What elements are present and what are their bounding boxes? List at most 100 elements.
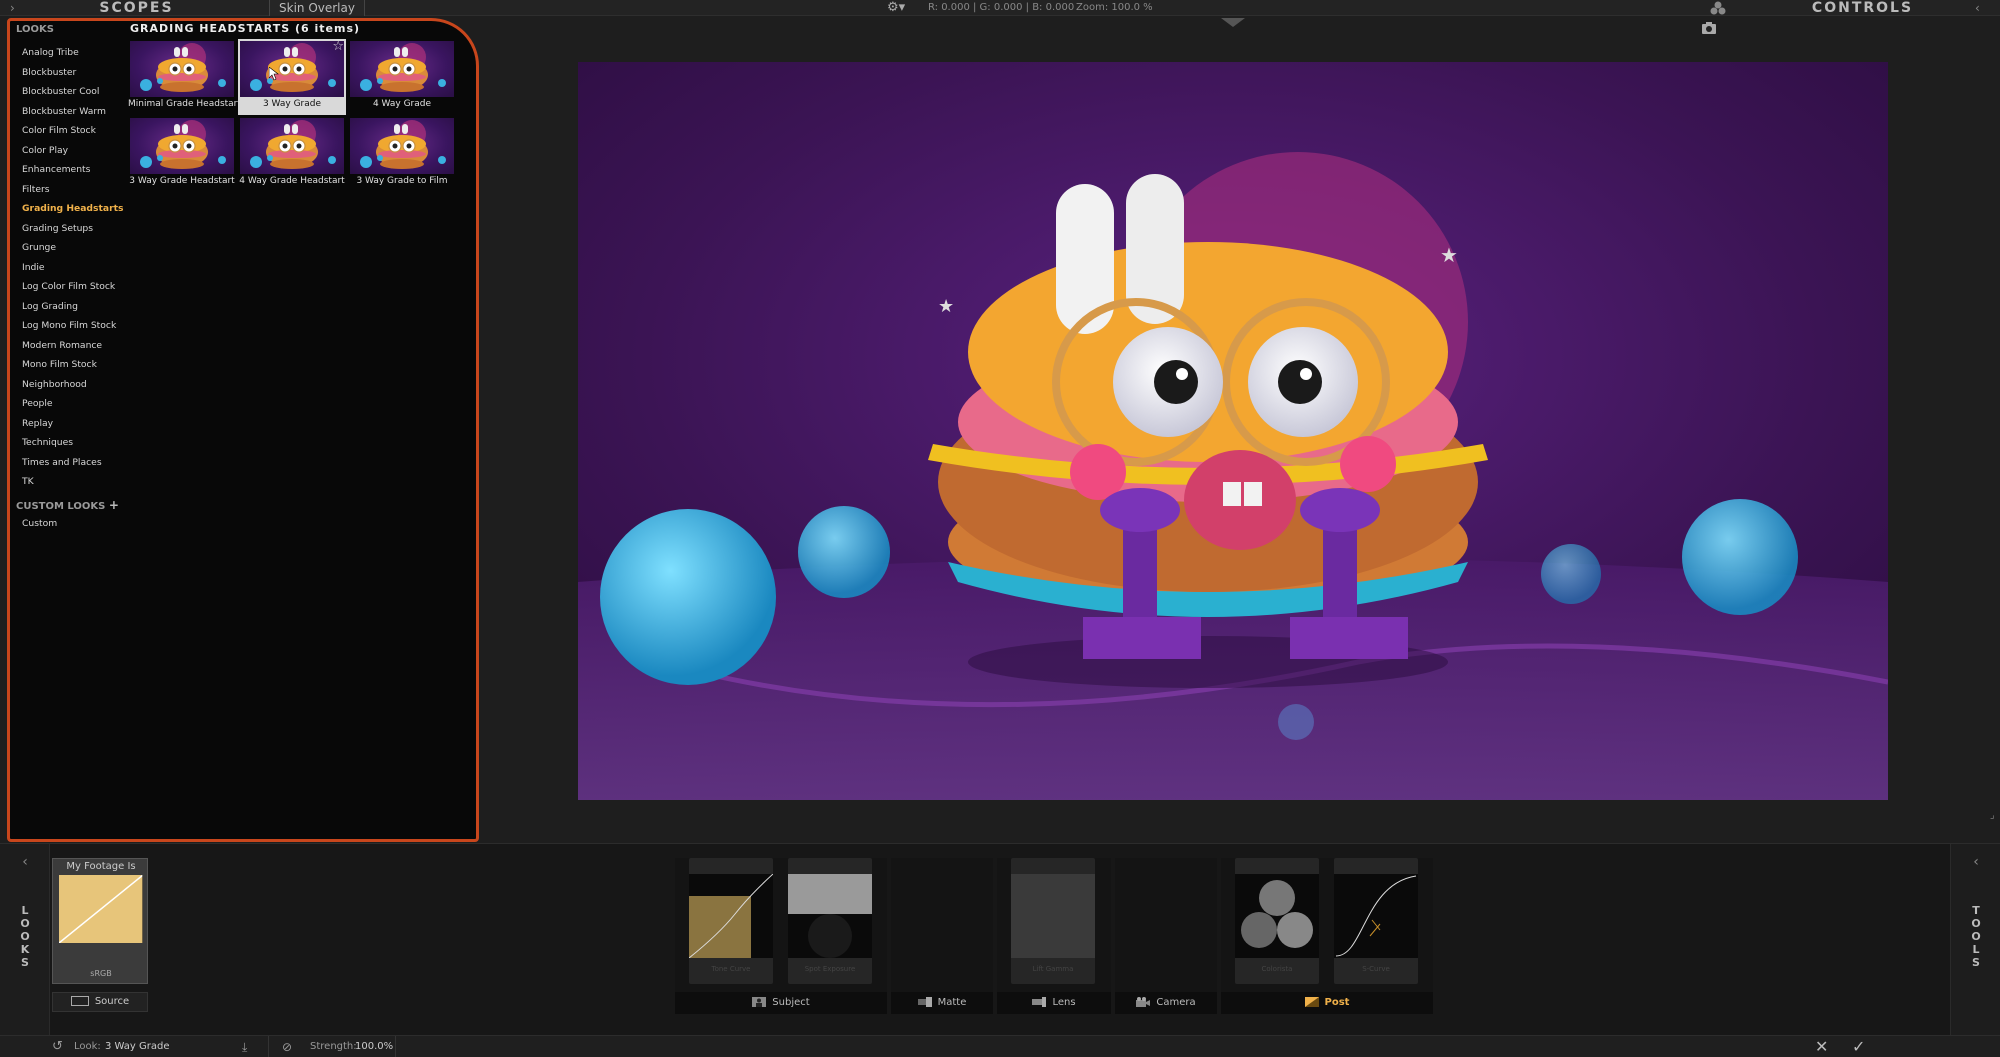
film-icon (70, 996, 89, 1006)
strength-label: Strength: (310, 1041, 357, 1052)
look-thumbnail[interactable]: 4 Way Grade Headstart (238, 116, 346, 192)
category-item[interactable]: Blockbuster (22, 63, 123, 83)
star-icon[interactable]: ☆ (332, 39, 344, 54)
category-item[interactable]: Neighborhood (22, 375, 123, 395)
scopes-title[interactable]: SCOPES (24, 0, 249, 16)
thumbnail-label: 3 Way Grade to Film (356, 176, 448, 186)
card-label: Tone Curve (711, 965, 751, 973)
category-item[interactable]: Analog Tribe (22, 43, 123, 63)
look-label: Look: (74, 1041, 101, 1052)
category-item[interactable]: Grading Setups (22, 219, 123, 239)
save-look-icon[interactable]: ⤓ (242, 1036, 247, 1057)
camera-tool-group: Camera (1115, 858, 1217, 1014)
image-viewer[interactable]: ★ ★ (578, 62, 1888, 800)
category-item-active[interactable]: Grading Headstarts (22, 199, 123, 219)
thumbnail-image (130, 118, 234, 174)
tab-subject-label: Subject (772, 997, 810, 1008)
chevron-left-icon[interactable]: ‹ (1951, 854, 2000, 870)
s-curve-icon (1334, 874, 1418, 958)
spot-exposure-card[interactable]: Spot Exposure (788, 858, 872, 984)
category-item[interactable]: Log Color Film Stock (22, 277, 123, 297)
gear-icon[interactable]: ⚙▾ (887, 0, 905, 16)
custom-look-item[interactable]: Custom (22, 518, 57, 529)
looks-header: LOOKS (16, 24, 54, 35)
person-icon (752, 997, 767, 1007)
category-item[interactable]: Log Mono Film Stock (22, 316, 123, 336)
thumbnail-label: 3 Way Grade (262, 99, 322, 109)
look-thumbnail[interactable]: 4 Way Grade (348, 39, 456, 115)
source-button-label: Source (94, 996, 130, 1007)
category-item[interactable]: Enhancements (22, 160, 123, 180)
zoom-readout: Zoom: 100.0 % (1076, 2, 1153, 13)
matte-icon (917, 997, 932, 1007)
look-thumbnail[interactable]: Minimal Grade Headstart (128, 39, 241, 115)
tab-subject[interactable]: Subject (675, 992, 887, 1014)
disable-icon[interactable]: ⊘ (282, 1036, 292, 1057)
thumbnail-image (240, 41, 344, 97)
source-title: My Footage Is (66, 861, 136, 872)
category-item[interactable]: Color Film Stock (22, 121, 123, 141)
thumbnail-label: Minimal Grade Headstart (128, 99, 241, 109)
source-card[interactable]: My Footage Is sRGB (52, 858, 148, 984)
tab-post[interactable]: Post (1221, 992, 1433, 1014)
source-footer: sRGB (90, 969, 112, 978)
cancel-button[interactable]: ✕ (1815, 1036, 1828, 1057)
color-wheels-icon[interactable] (1708, 0, 1728, 16)
look-thumbnail[interactable]: 3 Way Grade Headstart (128, 116, 236, 192)
tab-camera[interactable]: Camera (1115, 992, 1217, 1014)
tab-camera-label: Camera (1156, 997, 1196, 1008)
chevron-left-icon[interactable]: ‹ (0, 854, 50, 870)
card-label: Lift Gamma (1032, 965, 1074, 973)
tone-curve-card[interactable]: Tone Curve (689, 858, 773, 984)
category-item[interactable]: Filters (22, 180, 123, 200)
tab-lens[interactable]: Lens (997, 992, 1111, 1014)
matte-tool-group: Matte (891, 858, 993, 1014)
card-label: S-Curve (1362, 965, 1390, 973)
look-thumbnail-selected[interactable]: ☆ 3 Way Grade (238, 39, 346, 115)
divider (268, 1036, 269, 1057)
category-item[interactable]: Log Grading (22, 297, 123, 317)
svg-text:★: ★ (938, 296, 954, 317)
category-item[interactable]: Times and Places (22, 453, 123, 473)
category-item[interactable]: Indie (22, 258, 123, 278)
category-item[interactable]: People (22, 394, 123, 414)
chevron-right-icon[interactable]: › (10, 0, 15, 16)
resize-handle[interactable]: ⌟ (1990, 810, 1995, 821)
post-icon (1304, 997, 1319, 1007)
tab-matte[interactable]: Matte (891, 992, 993, 1014)
category-item[interactable]: Blockbuster Warm (22, 102, 123, 122)
apply-button[interactable]: ✓ (1852, 1036, 1865, 1057)
skin-overlay-button[interactable]: Skin Overlay (269, 0, 365, 16)
category-item[interactable]: Mono Film Stock (22, 355, 123, 375)
colorista-card[interactable]: Colorista (1235, 858, 1319, 984)
camera-icon (1136, 997, 1151, 1007)
tab-post-label: Post (1324, 997, 1350, 1008)
tone-curve-icon (689, 874, 773, 958)
tools-side-tab[interactable]: ‹ T O O L S (1950, 844, 2000, 1036)
source-button[interactable]: Source (52, 992, 148, 1012)
category-item[interactable]: Techniques (22, 433, 123, 453)
controls-title[interactable]: CONTROLS (1760, 0, 1965, 16)
category-item[interactable]: Grunge (22, 238, 123, 258)
looks-vertical-label: L O O K S (20, 904, 30, 969)
category-item[interactable]: Color Play (22, 141, 123, 161)
camera-icon[interactable] (1702, 22, 1716, 34)
category-item[interactable]: Modern Romance (22, 336, 123, 356)
look-thumbnail[interactable]: 3 Way Grade to Film (348, 116, 456, 192)
looks-side-tab[interactable]: ‹ L O O K S (0, 844, 50, 1036)
dropdown-arrow-icon[interactable] (1221, 18, 1245, 27)
category-item[interactable]: TK (22, 472, 123, 492)
reset-icon[interactable]: ↺ (52, 1036, 63, 1057)
lens-tool-group: Lift Gamma Lens (997, 858, 1111, 1014)
chevron-left-icon[interactable]: ‹ (1975, 0, 1980, 16)
strength-value[interactable]: 100.0% (355, 1036, 393, 1057)
lift-gamma-card[interactable]: Lift Gamma (1011, 858, 1095, 984)
gradient-icon (1011, 874, 1095, 958)
custom-looks-header: CUSTOM LOOKS + (16, 498, 119, 512)
preview-image: ★ ★ (578, 62, 1888, 800)
add-custom-look-button[interactable]: + (109, 498, 119, 512)
category-item[interactable]: Replay (22, 414, 123, 434)
s-curve-card[interactable]: S-Curve (1334, 858, 1418, 984)
status-bar: ↺ Look: 3 Way Grade ⤓ ⊘ Strength: 100.0%… (0, 1035, 2000, 1057)
category-item[interactable]: Blockbuster Cool (22, 82, 123, 102)
